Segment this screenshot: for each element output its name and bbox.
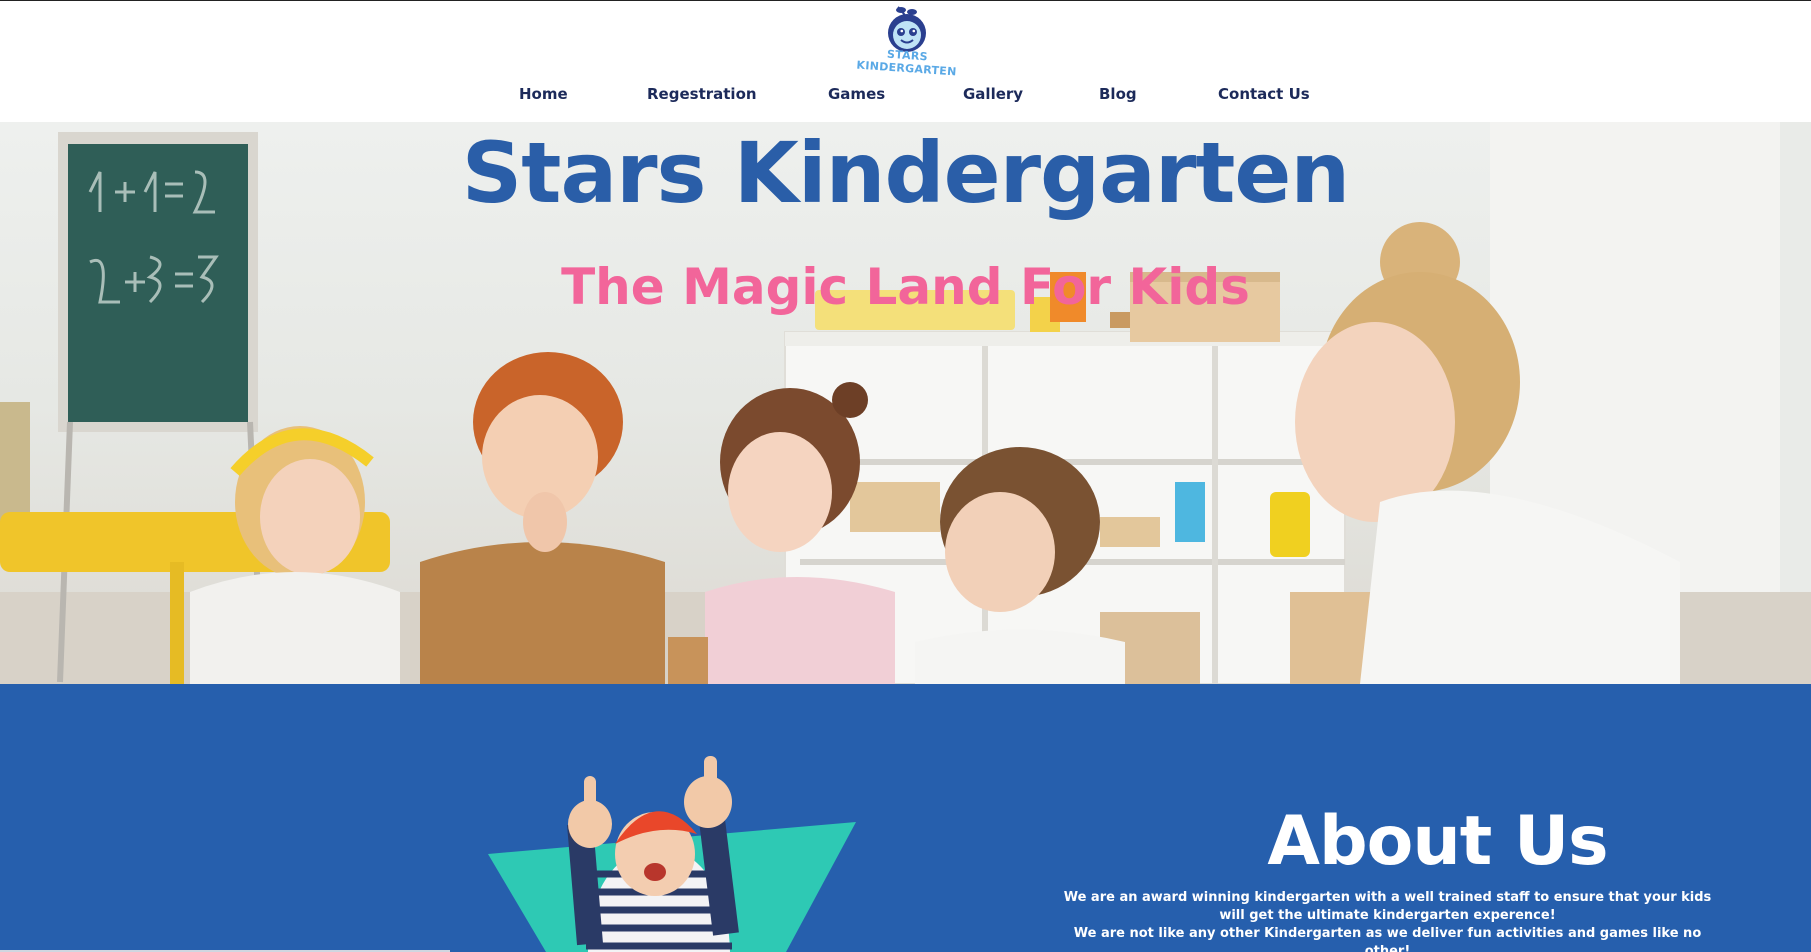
- nav-home[interactable]: Home: [519, 85, 568, 103]
- site-logo[interactable]: STARS KINDERGARTEN: [854, 3, 960, 78]
- thumbs-up-kid-image: [488, 756, 856, 952]
- hero-banner: Stars Kindergarten The Magic Land For Ki…: [0, 122, 1811, 684]
- about-paragraph: We are an award winning kindergarten wit…: [1063, 890, 1712, 923]
- hero-subtitle: The Magic Land For Kids: [561, 258, 1250, 316]
- hero-title: Stars Kindergarten: [461, 124, 1350, 222]
- nav-games[interactable]: Games: [828, 85, 885, 103]
- nav-contact-us[interactable]: Contact Us: [1218, 85, 1310, 103]
- about-section: About Us We are an award winning kinderg…: [0, 684, 1811, 952]
- about-paragraph: We are not like any other Kindergarten a…: [1073, 926, 1702, 952]
- about-description: We are an award winning kindergarten wit…: [1050, 889, 1725, 952]
- main-nav: Home Regestration Games Gallery Blog Con…: [0, 85, 1811, 107]
- nav-blog[interactable]: Blog: [1099, 85, 1137, 103]
- nav-gallery[interactable]: Gallery: [963, 85, 1023, 103]
- nav-registration[interactable]: Regestration: [647, 85, 757, 103]
- site-header: STARS KINDERGARTEN Home Regestration Gam…: [0, 0, 1811, 122]
- about-title: About Us: [1267, 802, 1608, 881]
